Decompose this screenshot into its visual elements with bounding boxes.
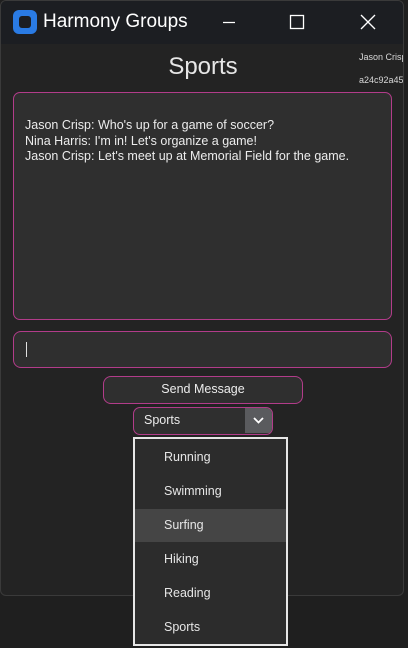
- group-dropdown-list: Running Swimming Surfing Hiking Reading …: [133, 437, 288, 646]
- dropdown-option-swimming[interactable]: Swimming: [135, 475, 286, 508]
- chevron-down-icon: [253, 417, 264, 424]
- chat-message: Jason Crisp: Let's meet up at Memorial F…: [25, 149, 350, 163]
- dropdown-option-reading[interactable]: Reading: [135, 577, 286, 610]
- window-title: Harmony Groups: [43, 11, 188, 32]
- minimize-icon: [223, 21, 235, 24]
- group-select[interactable]: Sports: [133, 407, 273, 435]
- dropdown-option-sports[interactable]: Sports: [135, 611, 286, 644]
- send-message-button[interactable]: Send Message: [103, 376, 303, 404]
- text-caret: [26, 342, 27, 357]
- maximize-button[interactable]: [263, 1, 331, 44]
- chat-history[interactable]: Jason Crisp: Who's up for a game of socc…: [13, 92, 392, 320]
- dropdown-option-running[interactable]: Running: [135, 441, 286, 474]
- app-logo-icon: [13, 10, 37, 34]
- dropdown-option-hiking[interactable]: Hiking: [135, 543, 286, 576]
- group-title: Sports: [168, 53, 238, 80]
- message-input[interactable]: [13, 331, 392, 368]
- minimize-button[interactable]: [195, 1, 263, 44]
- chat-message: Nina Harris: I'm in! Let's organize a ga…: [25, 133, 257, 148]
- title-bar[interactable]: Harmony Groups: [1, 1, 403, 44]
- group-select-toggle[interactable]: [245, 408, 272, 433]
- chat-message: Jason Crisp: Who's up for a game of socc…: [25, 118, 275, 132]
- close-button[interactable]: [333, 1, 401, 44]
- dropdown-option-surfing[interactable]: Surfing: [135, 509, 286, 542]
- maximize-icon: [289, 14, 305, 30]
- close-icon: [360, 14, 376, 30]
- group-select-value: Sports: [144, 413, 181, 427]
